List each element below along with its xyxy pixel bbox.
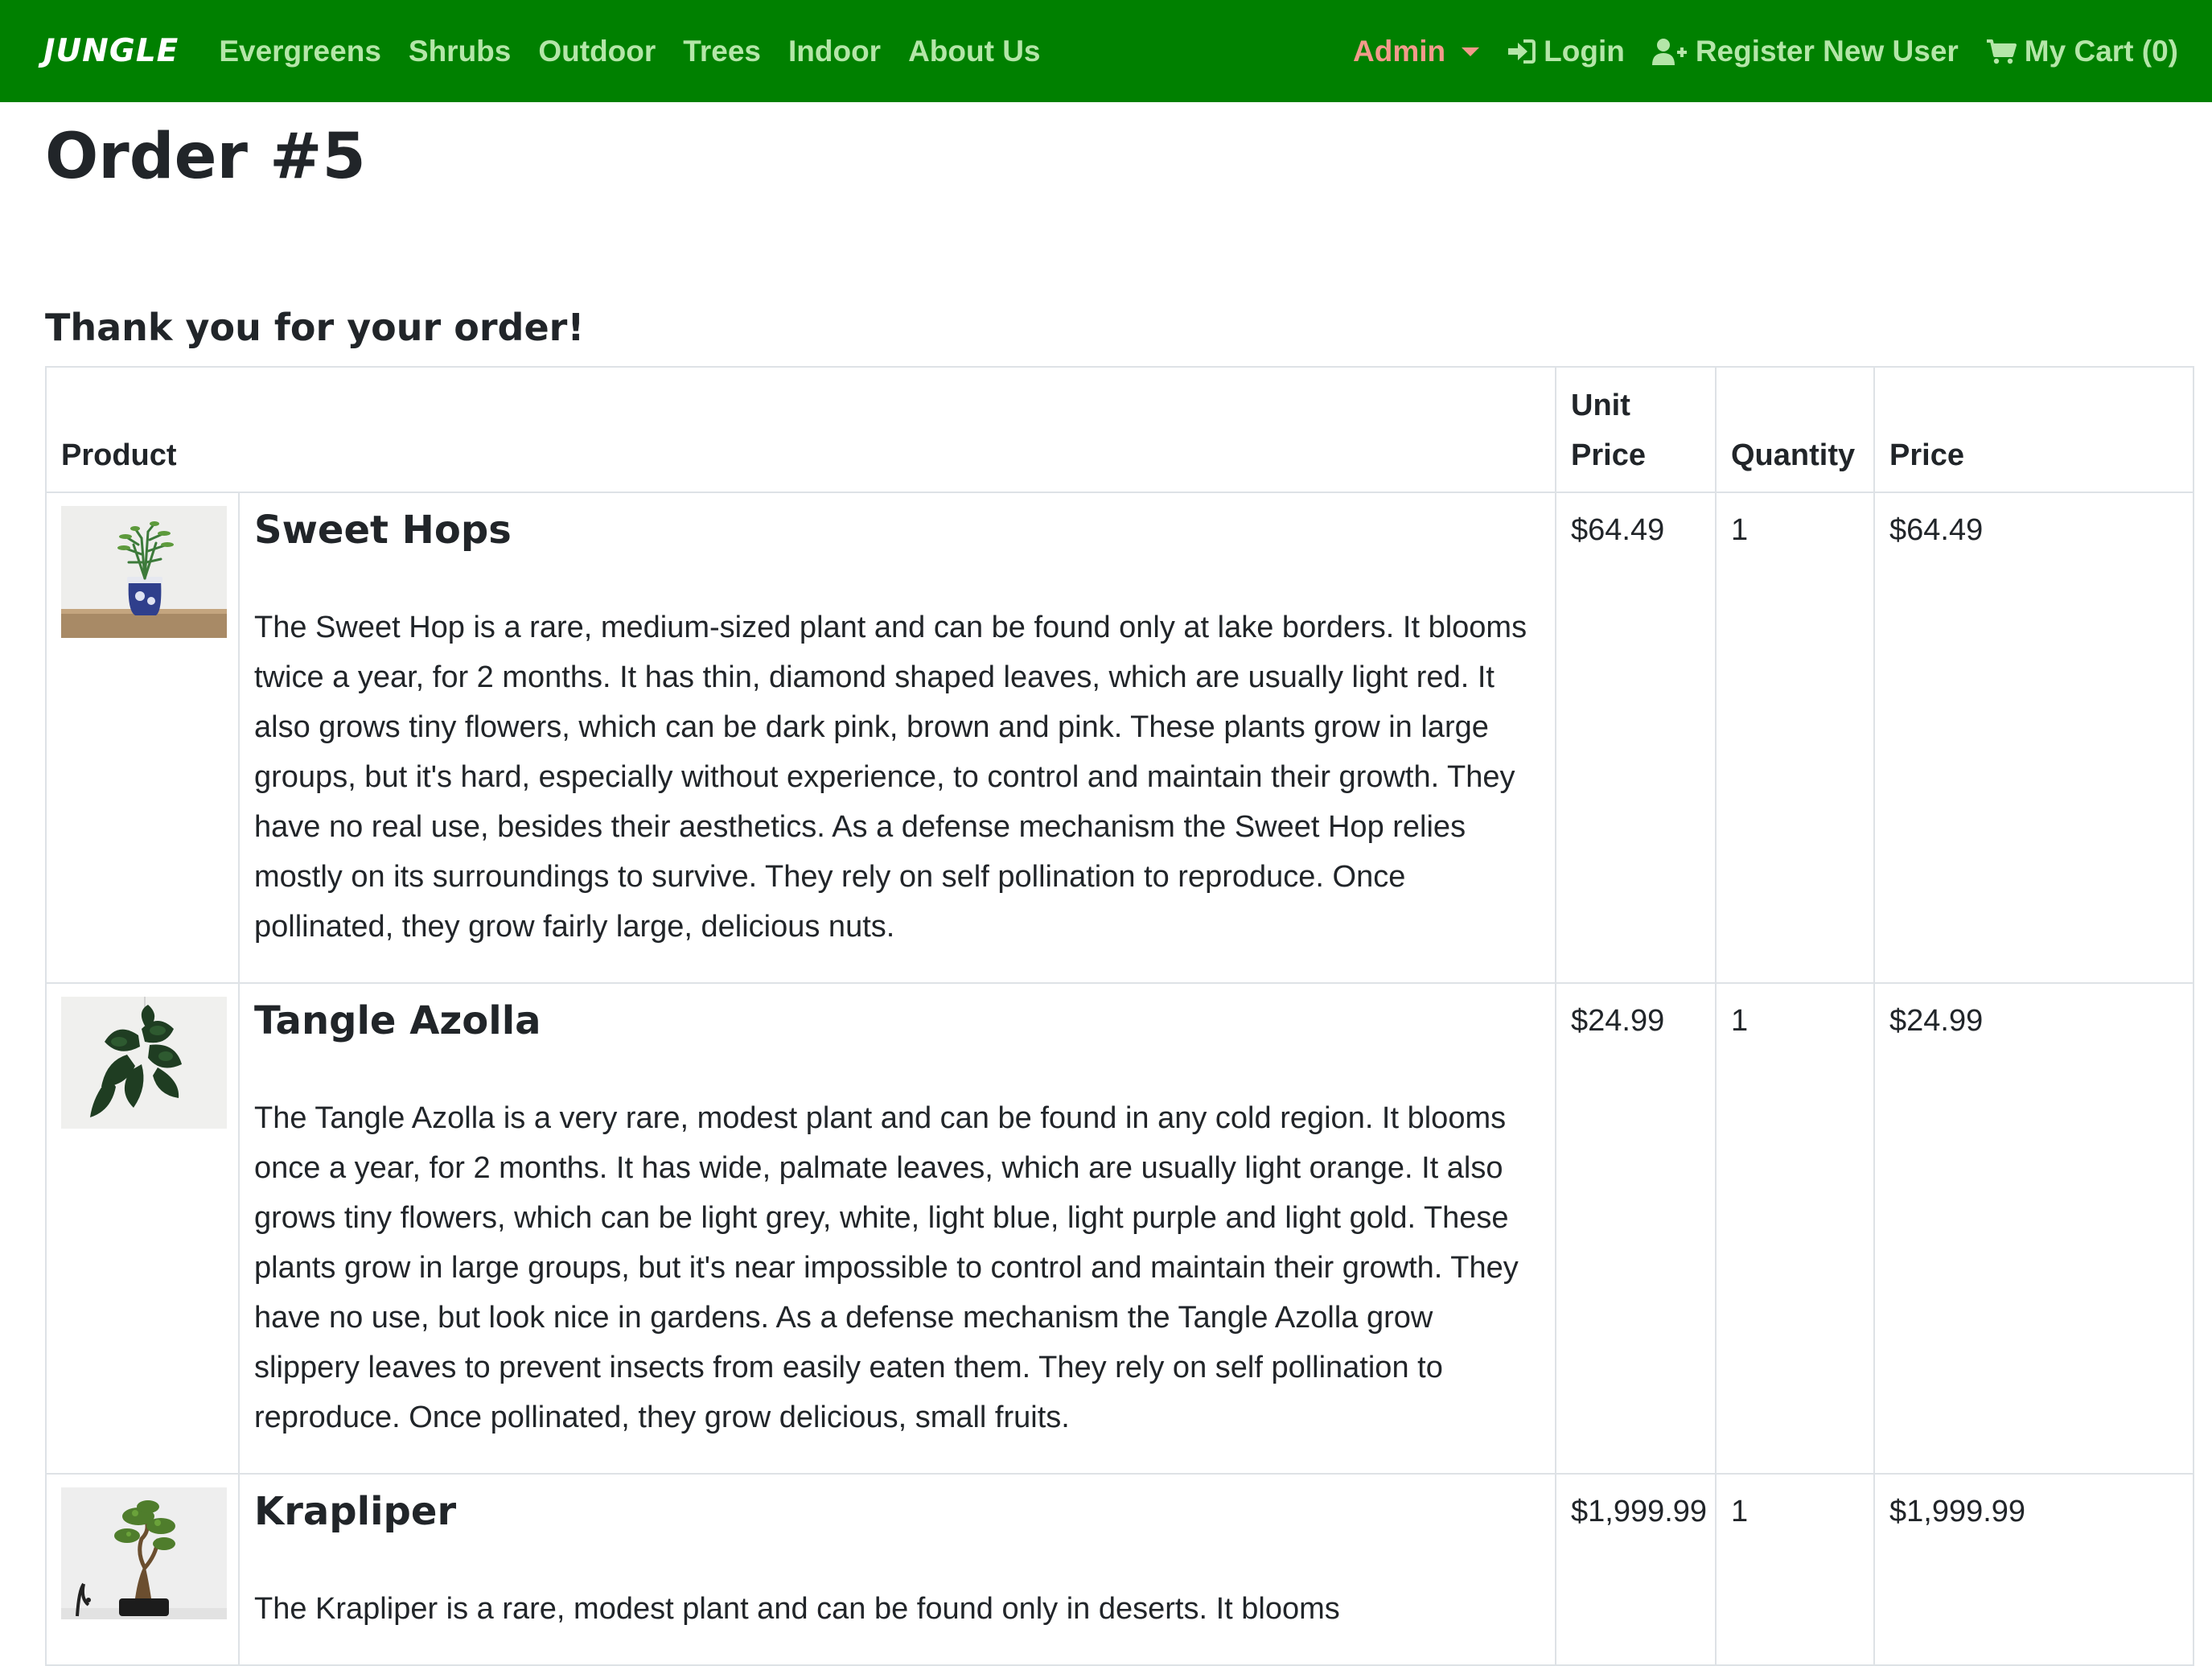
page-title: Order #5 [45,121,366,193]
unit-price-cell: $64.49 [1555,492,1717,984]
product-image-cell [45,492,240,984]
nav-link-about-us[interactable]: About Us [908,35,1040,68]
shopping-cart-icon [1986,39,2017,64]
product-details-cell: Tangle Azolla The Tangle Azolla is a ver… [238,982,1556,1475]
unit-price-cell: $1,999.99 [1555,1473,1717,1666]
quantity-cell: 1 [1715,492,1875,984]
product-name[interactable]: Krapliper [254,1487,1540,1536]
quantity-cell: 1 [1715,1473,1875,1666]
nav-link-indoor[interactable]: Indoor [788,35,881,68]
table-row: Sweet Hops The Sweet Hop is a rare, medi… [45,492,2194,984]
thank-you-message: Thank you for your order! [45,306,585,349]
category-nav: Evergreens Shrubs Outdoor Trees Indoor A… [219,35,1067,68]
brand-logo[interactable]: JUNGLE [43,33,179,69]
table-header-row: Product Unit Price Quantity Price [45,366,2194,493]
quantity-cell: 1 [1715,982,1875,1475]
product-name[interactable]: Tangle Azolla [254,997,1540,1045]
header-quantity: Quantity [1715,366,1875,493]
admin-dropdown-label: Admin [1353,34,1446,68]
product-description: The Krapliper is a rare, modest plant an… [254,1592,1340,1626]
table-row: Krapliper The Krapliper is a rare, modes… [45,1473,2194,1666]
cart-label: My Cart (0) [2024,34,2178,68]
line-price-cell: $1,999.99 [1873,1473,2194,1666]
caret-down-icon [1462,47,1480,56]
product-image-cell [45,1473,240,1666]
line-price-cell: $24.99 [1873,982,2194,1475]
header-unit-price: Unit Price [1555,366,1717,493]
product-image-krapliper[interactable] [61,1487,227,1619]
user-plus-icon [1651,38,1688,65]
login-label: Login [1544,34,1625,68]
header-price: Price [1873,366,2194,493]
nav-link-evergreens[interactable]: Evergreens [219,35,381,68]
nav-link-outdoor[interactable]: Outdoor [538,35,656,68]
login-link[interactable]: Login [1507,35,1625,68]
unit-price-cell: $24.99 [1555,982,1717,1475]
product-details-cell: Krapliper The Krapliper is a rare, modes… [238,1473,1556,1666]
order-items-table: Product Unit Price Quantity Price Sweet … [45,366,2194,1666]
product-details-cell: Sweet Hops The Sweet Hop is a rare, medi… [238,492,1556,984]
top-navbar: JUNGLE Evergreens Shrubs Outdoor Trees I… [0,0,2212,102]
product-name[interactable]: Sweet Hops [254,506,1540,554]
header-product: Product [45,366,1556,493]
table-row: Tangle Azolla The Tangle Azolla is a ver… [45,982,2194,1475]
product-description: The Sweet Hop is a rare, medium-sized pl… [254,611,1527,944]
product-image-cell [45,982,240,1475]
sign-in-icon [1507,39,1536,64]
admin-dropdown[interactable]: Admin [1353,34,1480,68]
cart-link[interactable]: My Cart (0) [1986,35,2178,68]
product-image-tangle-azolla[interactable] [61,997,227,1129]
register-label: Register New User [1695,34,1959,68]
account-nav: Admin Login Register New User My Cart (0… [1326,35,2178,68]
nav-link-shrubs[interactable]: Shrubs [409,35,511,68]
product-image-sweet-hops[interactable] [61,506,227,638]
nav-link-trees[interactable]: Trees [683,35,761,68]
register-link[interactable]: Register New User [1651,34,1959,68]
line-price-cell: $64.49 [1873,492,2194,984]
product-description: The Tangle Azolla is a very rare, modest… [254,1101,1519,1434]
